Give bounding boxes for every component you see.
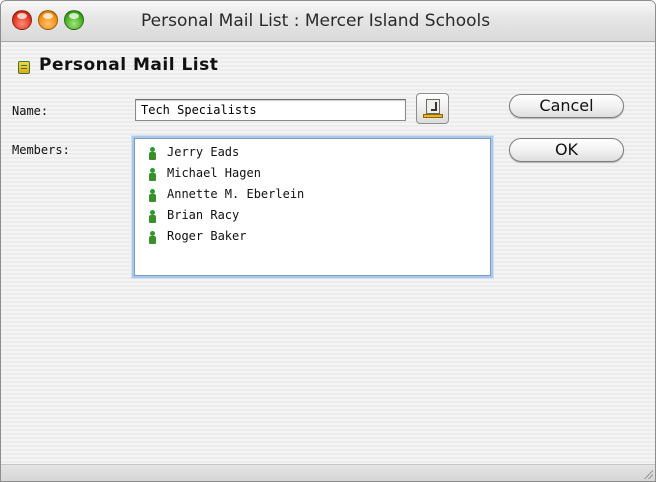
name-input[interactable]	[135, 99, 406, 121]
name-label: Name:	[12, 104, 49, 118]
minimize-icon[interactable]	[38, 10, 58, 30]
resize-grip-icon[interactable]	[643, 469, 653, 479]
member-name: Michael Hagen	[167, 166, 261, 180]
member-name: Roger Baker	[167, 229, 247, 243]
status-bar	[1, 464, 655, 481]
close-icon[interactable]	[12, 10, 32, 30]
address-book-button[interactable]	[416, 93, 449, 124]
ok-button[interactable]: OK	[509, 138, 624, 162]
members-label: Members:	[12, 143, 70, 157]
person-icon	[149, 189, 156, 202]
address-book-icon	[426, 99, 440, 114]
page-title: Personal Mail List	[39, 55, 219, 75]
window-title: Personal Mail List : Mercer Island Schoo…	[141, 11, 491, 31]
members-list[interactable]: Jerry Eads Michael Hagen Annette M. Eber…	[134, 138, 491, 276]
zoom-icon[interactable]	[64, 10, 84, 30]
member-name: Brian Racy	[167, 208, 240, 222]
cancel-button[interactable]: Cancel	[509, 94, 624, 118]
person-icon	[149, 231, 156, 244]
member-name: Annette M. Eberlein	[167, 187, 305, 201]
person-icon	[149, 210, 156, 223]
member-name: Jerry Eads	[167, 145, 240, 159]
mail-list-window: Personal Mail List : Mercer Island Schoo…	[0, 0, 656, 482]
person-icon	[149, 147, 156, 160]
address-book-base	[423, 114, 443, 118]
title-bar[interactable]: Personal Mail List : Mercer Island Schoo…	[1, 1, 655, 42]
person-icon	[149, 168, 156, 181]
mail-list-icon	[18, 61, 30, 74]
